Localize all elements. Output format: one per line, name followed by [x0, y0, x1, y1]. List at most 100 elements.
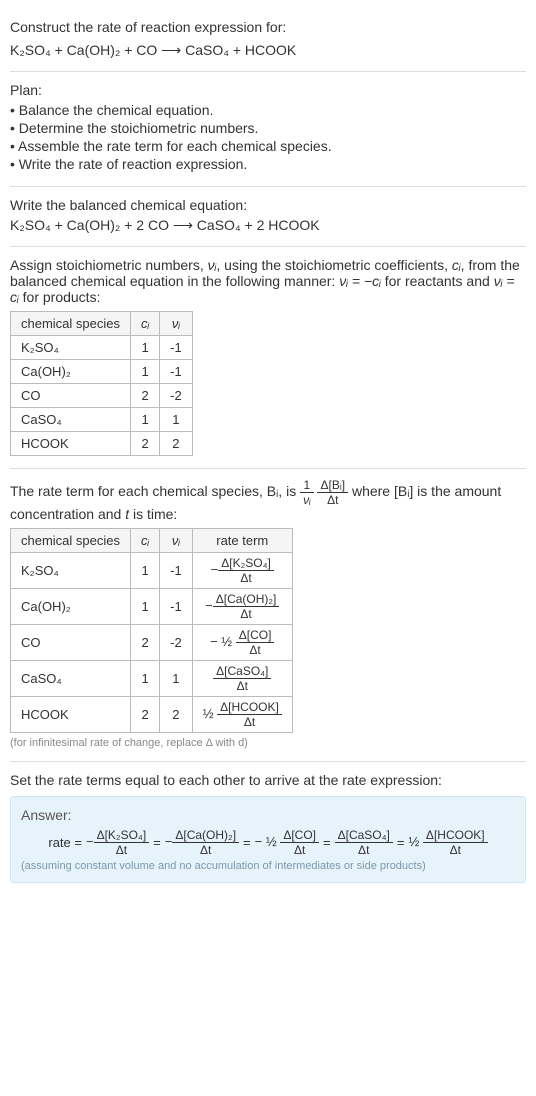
col-ci: cᵢ [131, 528, 160, 552]
cell-species: Ca(OH)₂ [11, 359, 131, 383]
cell-c: 2 [131, 624, 160, 660]
cell-nu: -1 [160, 359, 193, 383]
cell-nu: 1 [160, 660, 193, 696]
den: Δt [94, 843, 150, 856]
balanced-title: Write the balanced chemical equation: [10, 197, 526, 213]
cell-rate-term: −Δ[K₂SO₄]Δt [192, 552, 292, 588]
cell-nu: -2 [160, 383, 193, 407]
cell-rate-term: Δ[CaSO₄]Δt [192, 660, 292, 696]
cell-c: 2 [131, 383, 160, 407]
stoich-explanation: Assign stoichiometric numbers, νᵢ, using… [10, 257, 526, 305]
num: Δ[K₂SO₄] [94, 829, 150, 843]
table-row: Ca(OH)₂1-1 [11, 359, 193, 383]
table-header-row: chemical species cᵢ νᵢ [11, 311, 193, 335]
table-row: CO 2 -2 − ½ Δ[CO]Δt [11, 624, 293, 660]
cell-species: CaSO₄ [11, 660, 131, 696]
equals: = [243, 835, 251, 850]
den: Δt [423, 843, 488, 856]
cell-nu: 2 [160, 696, 193, 732]
col-ci: cᵢ [131, 311, 160, 335]
equals: = [323, 835, 331, 850]
cell-nu: 1 [160, 407, 193, 431]
cell-rate-term: −Δ[Ca(OH)₂]Δt [192, 588, 292, 624]
cell-species: K₂SO₄ [11, 335, 131, 359]
cell-species: HCOOK [11, 696, 131, 732]
cell-species: K₂SO₄ [11, 552, 131, 588]
cell-nu: -1 [160, 588, 193, 624]
num: Δ[Ca(OH)₂] [213, 593, 280, 607]
rate-lead: rate = [48, 835, 82, 850]
den: Δt [236, 643, 275, 656]
col-nui: νᵢ [160, 311, 193, 335]
den: νᵢ [300, 493, 314, 506]
cell-c: 1 [131, 335, 160, 359]
infinitesimal-hint: (for infinitesimal rate of change, repla… [10, 737, 526, 749]
plan-item: Assemble the rate term for each chemical… [10, 138, 526, 154]
table-row: CO2-2 [11, 383, 193, 407]
plan-section: Plan: Balance the chemical equation. Det… [10, 72, 526, 187]
cell-c: 1 [131, 359, 160, 383]
table-row: HCOOK22 [11, 431, 193, 455]
term: Δ[CaSO₄]Δt [335, 829, 393, 856]
num: Δ[HCOOK] [217, 701, 282, 715]
table-row: K₂SO₄ 1 -1 −Δ[K₂SO₄]Δt [11, 552, 293, 588]
cell-nu: -2 [160, 624, 193, 660]
text: The rate term for each chemical species,… [10, 483, 300, 499]
table-row: Ca(OH)₂ 1 -1 −Δ[Ca(OH)₂]Δt [11, 588, 293, 624]
prefix: ½ [408, 834, 422, 849]
cell-rate-term: − ½ Δ[CO]Δt [192, 624, 292, 660]
num: Δ[CaSO₄] [335, 829, 393, 843]
cell-nu: -1 [160, 335, 193, 359]
prefix: − ½ [210, 634, 236, 649]
table-row: HCOOK 2 2 ½ Δ[HCOOK]Δt [11, 696, 293, 732]
frac: Δ[K₂SO₄]Δt [218, 557, 274, 584]
cell-species: Ca(OH)₂ [11, 588, 131, 624]
cell-c: 1 [131, 660, 160, 696]
cell-c: 2 [131, 431, 160, 455]
prefix: − [211, 562, 219, 577]
num: 1 [300, 479, 314, 493]
plan-title: Plan: [10, 82, 526, 98]
rate-term-explanation: The rate term for each chemical species,… [10, 479, 526, 522]
den: Δt [280, 843, 319, 856]
num: Δ[Bᵢ] [317, 479, 348, 493]
prefix: − [86, 834, 94, 849]
problem-statement: Construct the rate of reaction expressio… [10, 8, 526, 72]
plan-item: Balance the chemical equation. [10, 102, 526, 118]
balanced-section: Write the balanced chemical equation: K₂… [10, 187, 526, 247]
text: for products: [19, 289, 101, 305]
table-header-row: chemical species cᵢ νᵢ rate term [11, 528, 293, 552]
prefix: − ½ [255, 834, 281, 849]
final-section: Set the rate terms equal to each other t… [10, 762, 526, 895]
col-species: chemical species [11, 528, 131, 552]
col-nui: νᵢ [160, 528, 193, 552]
relation: νᵢ = −cᵢ [339, 273, 381, 289]
frac: Δ[HCOOK]Δt [217, 701, 282, 728]
cell-c: 1 [131, 552, 160, 588]
cell-species: HCOOK [11, 431, 131, 455]
frac: Δ[CaSO₄]Δt [335, 829, 393, 856]
unbalanced-equation: K₂SO₄ + Ca(OH)₂ + CO ⟶ CaSO₄ + HCOOK [10, 42, 526, 59]
frac: Δ[CO]Δt [280, 829, 319, 856]
cell-c: 1 [131, 588, 160, 624]
stoich-section: Assign stoichiometric numbers, νᵢ, using… [10, 247, 526, 469]
col-species: chemical species [11, 311, 131, 335]
text: Assign stoichiometric numbers, [10, 257, 208, 273]
rate-term-table: chemical species cᵢ νᵢ rate term K₂SO₄ 1… [10, 528, 293, 733]
frac-one-over-nu: 1 νᵢ [300, 479, 314, 506]
cell-nu: -1 [160, 552, 193, 588]
prefix: − [165, 834, 173, 849]
den: Δt [172, 843, 239, 856]
cell-c: 1 [131, 407, 160, 431]
col-rate-term: rate term [192, 528, 292, 552]
equals: = [397, 835, 405, 850]
cell-nu: 2 [160, 431, 193, 455]
term: −Δ[Ca(OH)₂]Δt [165, 829, 239, 856]
plan-item: Determine the stoichiometric numbers. [10, 120, 526, 136]
den: Δt [317, 493, 348, 506]
c-i: cᵢ [452, 257, 461, 273]
term: ½ Δ[HCOOK]Δt [408, 829, 487, 856]
plan-list: Balance the chemical equation. Determine… [10, 102, 526, 172]
final-intro: Set the rate terms equal to each other t… [10, 772, 526, 788]
stoich-table: chemical species cᵢ νᵢ K₂SO₄1-1 Ca(OH)₂1… [10, 311, 193, 456]
